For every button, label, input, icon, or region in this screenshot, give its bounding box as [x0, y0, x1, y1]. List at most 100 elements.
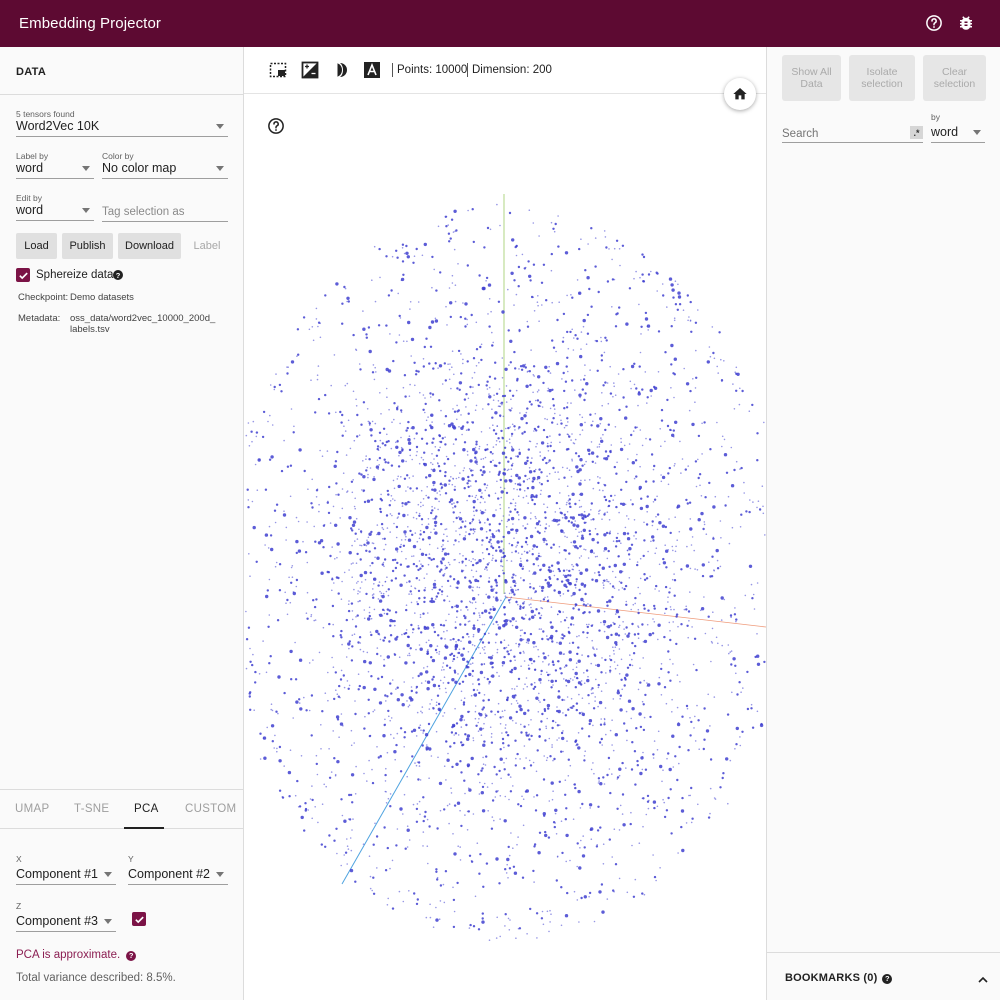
embedding-point[interactable]: [418, 579, 421, 581]
embedding-point[interactable]: [268, 614, 271, 616]
embedding-point[interactable]: [653, 604, 656, 608]
embedding-point[interactable]: [615, 540, 619, 543]
embedding-point[interactable]: [470, 663, 472, 665]
embedding-point[interactable]: [587, 557, 590, 559]
embedding-point[interactable]: [259, 732, 262, 735]
embedding-point[interactable]: [552, 417, 555, 420]
embedding-point[interactable]: [438, 588, 441, 591]
embedding-point[interactable]: [544, 365, 548, 369]
embedding-point[interactable]: [692, 378, 694, 380]
embedding-point[interactable]: [652, 468, 655, 471]
embedding-point[interactable]: [566, 891, 569, 895]
embedding-point[interactable]: [398, 454, 400, 457]
embedding-point[interactable]: [415, 454, 418, 457]
embedding-point[interactable]: [438, 653, 440, 655]
embedding-point[interactable]: [332, 666, 335, 668]
embedding-point[interactable]: [550, 625, 554, 629]
embedding-point[interactable]: [593, 920, 596, 923]
embedding-point[interactable]: [384, 694, 387, 697]
embedding-point[interactable]: [637, 637, 640, 639]
embedding-point[interactable]: [565, 616, 568, 619]
embedding-point[interactable]: [613, 385, 615, 388]
embedding-point[interactable]: [528, 274, 532, 278]
embedding-point[interactable]: [625, 480, 628, 484]
embedding-point[interactable]: [686, 545, 688, 548]
embedding-point[interactable]: [508, 929, 511, 931]
embedding-point[interactable]: [474, 456, 477, 459]
embedding-point[interactable]: [433, 626, 435, 629]
embedding-point[interactable]: [449, 301, 453, 305]
embedding-point[interactable]: [586, 332, 590, 335]
embedding-point[interactable]: [417, 370, 420, 373]
embedding-point[interactable]: [643, 893, 646, 896]
embedding-point[interactable]: [408, 652, 411, 655]
embedding-point[interactable]: [290, 360, 295, 364]
embedding-point[interactable]: [582, 631, 585, 634]
embedding-point[interactable]: [689, 527, 693, 531]
embedding-point[interactable]: [685, 605, 687, 608]
embedding-point[interactable]: [401, 633, 403, 636]
embedding-point[interactable]: [698, 748, 700, 750]
embedding-point[interactable]: [677, 722, 680, 724]
embedding-point[interactable]: [425, 670, 429, 674]
embedding-point[interactable]: [396, 551, 399, 553]
embedding-point[interactable]: [490, 585, 493, 588]
embedding-point[interactable]: [662, 561, 667, 565]
embedding-point[interactable]: [522, 617, 525, 620]
embedding-point[interactable]: [247, 626, 251, 629]
embedding-point[interactable]: [613, 563, 617, 568]
embedding-point[interactable]: [620, 658, 623, 661]
embedding-point[interactable]: [642, 641, 645, 643]
embedding-point[interactable]: [538, 831, 542, 834]
embedding-point[interactable]: [311, 326, 314, 328]
embedding-point[interactable]: [249, 708, 252, 711]
embedding-point[interactable]: [437, 702, 441, 706]
embedding-point[interactable]: [435, 289, 438, 292]
embedding-point[interactable]: [536, 530, 540, 533]
embedding-point[interactable]: [414, 612, 416, 614]
embedding-point[interactable]: [460, 824, 463, 828]
embedding-point[interactable]: [556, 855, 559, 858]
embedding-point[interactable]: [313, 619, 315, 622]
embedding-point[interactable]: [620, 488, 623, 491]
embedding-point[interactable]: [390, 495, 393, 497]
embedding-point[interactable]: [459, 553, 461, 555]
embedding-point[interactable]: [511, 407, 513, 410]
embedding-point[interactable]: [489, 608, 492, 611]
embedding-point[interactable]: [371, 768, 373, 771]
embedding-point[interactable]: [561, 340, 565, 343]
embedding-point[interactable]: [531, 662, 533, 665]
embedding-point[interactable]: [364, 578, 367, 581]
embedding-point[interactable]: [672, 296, 675, 299]
embedding-point[interactable]: [553, 230, 556, 233]
embedding-point[interactable]: [292, 591, 295, 593]
embedding-point[interactable]: [386, 751, 389, 754]
embedding-point[interactable]: [538, 628, 541, 630]
embedding-point[interactable]: [438, 434, 441, 437]
embedding-point[interactable]: [431, 623, 435, 627]
embedding-point[interactable]: [660, 480, 663, 483]
embedding-point[interactable]: [389, 531, 391, 533]
embedding-point[interactable]: [523, 652, 525, 654]
embedding-point[interactable]: [453, 373, 455, 376]
embedding-point[interactable]: [735, 372, 738, 375]
embedding-point[interactable]: [331, 578, 334, 581]
embedding-point[interactable]: [608, 500, 611, 503]
embedding-point[interactable]: [452, 654, 456, 658]
embedding-point[interactable]: [248, 553, 250, 555]
embedding-point[interactable]: [372, 588, 374, 590]
embedding-point[interactable]: [509, 457, 513, 460]
embedding-point[interactable]: [332, 623, 334, 626]
embedding-point[interactable]: [445, 645, 449, 649]
embedding-point[interactable]: [496, 648, 499, 651]
embedding-point[interactable]: [588, 895, 590, 898]
embedding-point[interactable]: [449, 363, 451, 365]
embedding-point[interactable]: [474, 496, 477, 499]
embedding-point[interactable]: [478, 718, 480, 720]
embedding-point[interactable]: [540, 607, 542, 609]
embedding-point[interactable]: [436, 876, 439, 879]
embedding-point[interactable]: [511, 423, 514, 426]
embedding-point[interactable]: [571, 492, 575, 496]
embedding-point[interactable]: [435, 918, 439, 922]
embedding-point[interactable]: [611, 258, 613, 261]
